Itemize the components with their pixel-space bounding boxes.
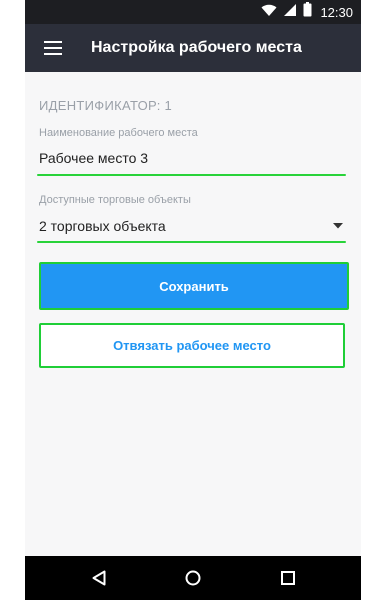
battery-icon (303, 2, 312, 22)
stores-value: 2 торговых объекта (39, 218, 166, 234)
stores-underline (37, 241, 346, 243)
status-icons: 12:30 (261, 0, 353, 24)
home-icon[interactable] (181, 566, 205, 590)
identifier-text: ИДЕНТИФИКАТОР: 1 (39, 98, 173, 113)
wifi-icon (261, 3, 277, 22)
navigation-bar (25, 556, 361, 600)
workplace-name-input[interactable]: Рабочее место 3 (39, 150, 347, 166)
phone-screen: 12:30 Настройка рабочего места ИДЕНТИФИК… (25, 0, 361, 600)
recents-icon[interactable] (276, 566, 300, 590)
workplace-form: ИДЕНТИФИКАТОР: 1 Наименование рабочего м… (37, 72, 347, 243)
back-icon[interactable] (87, 566, 111, 590)
dropdown-arrow-icon[interactable] (331, 219, 345, 233)
stores-value-row[interactable]: 2 торговых объекта (39, 218, 347, 234)
status-time: 12:30 (320, 4, 353, 20)
save-button[interactable]: Сохранить (39, 262, 349, 310)
cellular-signal-icon (283, 3, 297, 22)
unbind-workplace-button[interactable]: Отвязать рабочее место (39, 323, 345, 368)
page-title: Настройка рабочего места (91, 39, 302, 56)
app-bar: Настройка рабочего места (25, 24, 361, 72)
stores-label: Доступные торговые объекты (39, 194, 191, 206)
workplace-name-underline (37, 174, 346, 176)
status-bar: 12:30 (25, 0, 361, 24)
hamburger-menu-icon[interactable] (29, 24, 77, 72)
workplace-name-field[interactable]: Наименование рабочего места Рабочее мест… (37, 127, 347, 176)
workplace-name-label: Наименование рабочего места (39, 127, 198, 139)
stores-select[interactable]: Доступные торговые объекты 2 торговых об… (37, 194, 347, 243)
